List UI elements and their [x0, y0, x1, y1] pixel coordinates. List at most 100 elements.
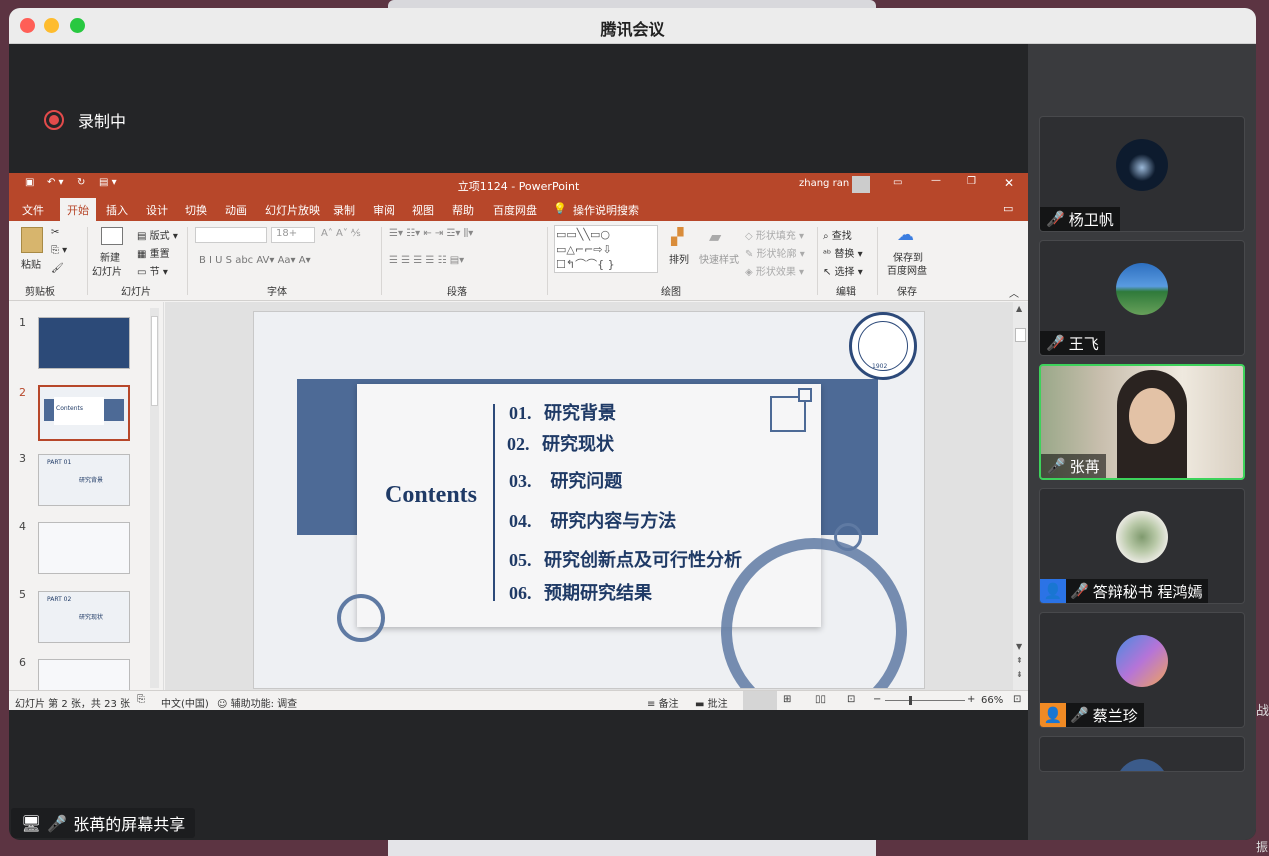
fit-slide-icon[interactable]: ⊡ — [1013, 694, 1021, 705]
accessibility-status[interactable]: ☺ 辅助功能: 调查 — [217, 695, 297, 710]
participant-tile[interactable]: 👤 🎤 蔡兰珍 — [1039, 612, 1245, 728]
reset-button[interactable]: ▦ 重置 — [137, 245, 170, 260]
comment-icon[interactable]: ▭ — [1003, 202, 1013, 215]
participant-tile[interactable]: 🎤̸ 王飞 — [1039, 240, 1245, 356]
zoom-in-icon[interactable]: + — [967, 694, 975, 705]
status-bar: 幻灯片 第 2 张，共 23 张 ⎘ 中文(中国) ☺ 辅助功能: 调查 ≡ 备… — [9, 690, 1028, 710]
zoom-level[interactable]: 66% — [981, 695, 1003, 706]
video-face — [1129, 388, 1175, 444]
cut-icon[interactable]: ✂ — [51, 227, 59, 238]
close-icon[interactable]: ✕ — [1004, 176, 1014, 190]
font-format-buttons[interactable]: B I U S abc AV▾ Aa▾ A▾ — [199, 255, 311, 266]
thumb-number: 4 — [19, 520, 26, 533]
arrange-button[interactable]: 排列 — [669, 251, 689, 266]
collapse-ribbon-icon[interactable]: ︿ — [1009, 285, 1019, 300]
tab-insert[interactable]: 插入 — [106, 202, 128, 218]
tab-review[interactable]: 审阅 — [373, 202, 395, 218]
quick-style-button[interactable]: 快速样式 — [699, 251, 739, 266]
layout-button[interactable]: ▤ 版式 ▾ — [137, 227, 178, 242]
find-button[interactable]: ⌕ 查找 — [823, 227, 852, 242]
tab-file[interactable]: 文件 — [22, 202, 44, 218]
seal-year: 1902 — [872, 363, 888, 370]
align-buttons[interactable]: ☰ ☰ ☰ ☰ ☷ ▤▾ — [389, 255, 464, 266]
notes-button[interactable]: ≡ 备注 — [647, 695, 679, 710]
paste-icon[interactable] — [21, 227, 43, 253]
paste-button[interactable]: 粘贴 — [21, 256, 41, 271]
baidu-cloud-icon[interactable]: ☁ — [897, 225, 914, 245]
participant-name: 王飞 — [1068, 334, 1099, 353]
participant-name: 杨卫帆 — [1068, 210, 1114, 229]
tab-record[interactable]: 录制 — [333, 202, 355, 218]
prev-slide-icon[interactable]: ⇞ — [1016, 656, 1023, 665]
restore-icon[interactable]: ❐ — [967, 176, 976, 187]
tab-home[interactable]: 开始 — [60, 198, 96, 221]
font-grow-shrink-icon[interactable]: A˄ A˅ ⅍ — [321, 228, 360, 239]
new-slide-icon[interactable] — [101, 227, 123, 245]
tell-me-search[interactable]: 操作说明搜索 — [573, 202, 639, 218]
tab-baidu[interactable]: 百度网盘 — [493, 202, 537, 218]
mic-icon: 🎤 — [1047, 457, 1066, 475]
scroll-down-icon[interactable]: ▼ — [1016, 642, 1022, 651]
shape-outline-button[interactable]: ✎ 形状轮廓 ▾ — [745, 245, 805, 260]
tab-animations[interactable]: 动画 — [225, 202, 247, 218]
participant-namebar: 👤 🎤̸ 答辩秘书 程鸿嫣 — [1040, 579, 1209, 603]
screen-share-label[interactable]: 🖥 🎤 张苒的屏幕共享 — [11, 808, 196, 838]
shapes-gallery[interactable]: ▭▭╲╲▭○ ▭△⌐⌐⇨⇩ ☐↰⌒⌒{ } — [554, 225, 658, 273]
mic-muted-icon: 🎤̸ — [1046, 210, 1065, 228]
zoom-slider[interactable] — [885, 696, 965, 705]
user-avatar[interactable] — [852, 176, 870, 193]
tab-view[interactable]: 视图 — [412, 202, 434, 218]
new-slide-button-2[interactable]: 幻灯片 — [92, 263, 122, 278]
thumb-scrollbar[interactable] — [150, 308, 159, 688]
tab-design[interactable]: 设计 — [146, 202, 168, 218]
font-size-box[interactable]: 18+ — [271, 227, 315, 243]
quick-style-icon[interactable]: ▰ — [709, 227, 721, 246]
recording-indicator[interactable]: 录制中 — [44, 108, 126, 132]
slide-editor: 1902 Contents 01. 研究背景 02. 研究现状 03. 研究问题… — [165, 302, 1018, 690]
arrange-icon[interactable]: ▞ — [671, 227, 683, 246]
participant-tile[interactable]: 🎤̸ 杨卫帆 — [1039, 116, 1245, 232]
scroll-up-icon[interactable]: ▲ — [1016, 304, 1022, 313]
list-buttons[interactable]: ☰▾ ☷▾ ⇤ ⇥ ☲▾ ⫼▾ — [389, 228, 473, 239]
normal-view-button[interactable] — [743, 691, 777, 710]
new-slide-button[interactable]: 新建 — [100, 249, 120, 264]
spellcheck-icon[interactable]: ⎘ — [137, 694, 145, 705]
slide-thumb-4[interactable] — [38, 522, 130, 574]
slideshow-view-icon[interactable]: ⊡ — [847, 694, 855, 705]
section-button[interactable]: ▭ 节 ▾ — [137, 263, 168, 278]
format-painter-icon[interactable]: 🖌 — [51, 263, 64, 274]
ribbon-display-icon[interactable]: ▭ — [893, 177, 902, 188]
mic-muted-icon: 🎤̸ — [1070, 582, 1089, 600]
select-button[interactable]: ↖ 选择 ▾ — [823, 263, 863, 278]
replace-button[interactable]: ᵃᵇ 替换 ▾ — [823, 245, 863, 260]
avatar — [1116, 139, 1168, 191]
shape-effect-button[interactable]: ◈ 形状效果 ▾ — [745, 263, 804, 278]
participant-tile[interactable]: 👤 🎤̸ 答辩秘书 程鸿嫣 — [1039, 488, 1245, 604]
tab-help[interactable]: 帮助 — [452, 202, 474, 218]
reading-view-icon[interactable]: ▯▯ — [815, 694, 826, 705]
participant-tile-speaking[interactable]: 🎤 张苒 — [1039, 364, 1245, 480]
sorter-view-icon[interactable]: ⊞ — [783, 694, 791, 705]
slide-thumb-3[interactable]: PART 01 研究背景 — [38, 454, 130, 506]
user-name[interactable]: zhang ran — [799, 178, 849, 189]
participant-tile-partial[interactable] — [1039, 736, 1245, 772]
slide-thumb-2[interactable]: Contents — [38, 385, 130, 441]
tab-transitions[interactable]: 切换 — [185, 202, 207, 218]
zoom-out-icon[interactable]: − — [873, 694, 881, 705]
tab-slideshow[interactable]: 幻灯片放映 — [265, 202, 320, 218]
language-status[interactable]: 中文(中国) — [161, 695, 209, 710]
minimize-icon[interactable]: — — [931, 175, 941, 186]
shape-fill-button[interactable]: ◇ 形状填充 ▾ — [745, 227, 804, 242]
participants-panel: 🎤̸ 杨卫帆 🎤̸ 王飞 🎤 张苒 👤 🎤̸ 答辩秘书 程鸿嫣 👤 🎤 蔡兰珍 — [1028, 44, 1256, 840]
avatar — [1116, 635, 1168, 687]
editor-scrollbar[interactable]: ▲ ▼ ⇞ ⇟ — [1013, 302, 1028, 690]
copy-icon[interactable]: ⎘ ▾ — [51, 245, 67, 256]
font-name-box[interactable] — [195, 227, 267, 243]
save-baidu-button-2[interactable]: 百度网盘 — [887, 262, 927, 277]
comments-button[interactable]: ▬ 批注 — [695, 695, 728, 710]
current-slide[interactable]: 1902 Contents 01. 研究背景 02. 研究现状 03. 研究问题… — [253, 311, 925, 689]
shared-screen-powerpoint: ▣ ↶ ▾ ↻ ▤ ▾ 立项1124 - PowerPoint zhang ra… — [9, 173, 1028, 710]
next-slide-icon[interactable]: ⇟ — [1016, 670, 1023, 679]
slide-thumb-1[interactable] — [38, 317, 130, 369]
slide-thumb-5[interactable]: PART 02 研究现状 — [38, 591, 130, 643]
